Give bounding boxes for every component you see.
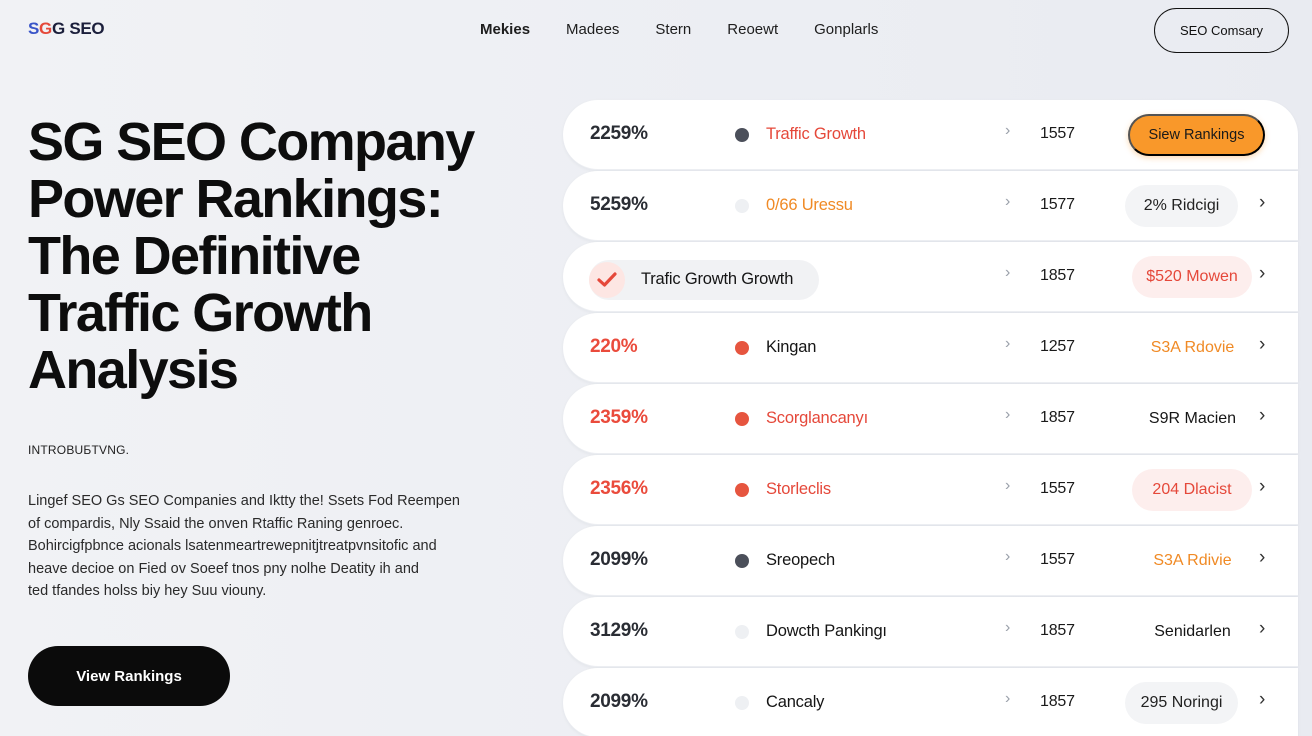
ranking-row[interactable]: 2099% Cancaly › 1857 295 Noringi › <box>563 668 1298 736</box>
chevron-right-icon: › <box>1005 335 1011 352</box>
ranking-row[interactable]: 2259% Traffic Growth › 1557 Siew Ranking… <box>563 100 1298 170</box>
title-line: Traffic Growth <box>28 283 373 343</box>
logo[interactable]: SGG SEO <box>28 19 105 39</box>
ranking-row[interactable]: 2356% Storleclis › 1557 204 Dlacist › <box>563 455 1298 525</box>
row-action-badge[interactable]: 295 Noringi <box>1125 682 1238 724</box>
main-nav: Mekies Madees Stern Reoewt Gonplarls <box>480 21 914 38</box>
intro-paragraph: Lingef SEO Gs SEO Companies and Iktty th… <box>28 490 483 603</box>
company-name: Storleclis <box>766 480 831 498</box>
dot-icon <box>735 341 749 355</box>
rank-value: 1557 <box>1040 551 1075 568</box>
growth-percent: 2259% <box>590 123 648 144</box>
company-name: Dowcth Pankingı <box>766 622 887 640</box>
intro-line: heave decioe on Fied ov Soeef tnos pny n… <box>28 560 419 577</box>
logo-text: G SEO <box>51 19 105 38</box>
nav-item-reoewt[interactable]: Reoewt <box>727 21 778 38</box>
intro-line: ted tfandes holss biy hey Suu viouny. <box>28 583 267 599</box>
title-line: The Definitive <box>28 226 361 286</box>
rank-value: 1257 <box>1040 338 1075 355</box>
nav-item-stern[interactable]: Stern <box>655 21 691 38</box>
nav-item-madees[interactable]: Madees <box>566 21 619 38</box>
growth-percent: 2356% <box>590 478 648 499</box>
intro-line: Lingef SEO Gs SEO Companies and Iktty th… <box>28 493 460 509</box>
nav-item-gonplarls[interactable]: Gonplarls <box>814 21 878 38</box>
chevron-right-icon: › <box>1005 548 1011 565</box>
chevron-right-icon[interactable]: › <box>1259 689 1265 711</box>
page: SGG SEO Mekies Madees Stern Reoewt Gonpl… <box>0 0 1312 736</box>
company-name: Sreopech <box>766 551 836 569</box>
rankings-list: 2259% Traffic Growth › 1557 Siew Ranking… <box>563 100 1298 736</box>
chevron-right-icon[interactable]: › <box>1259 263 1265 285</box>
chevron-right-icon[interactable]: › <box>1259 192 1265 214</box>
row-action-label[interactable]: S9R Macien <box>1135 398 1250 440</box>
chevron-right-icon: › <box>1005 193 1011 210</box>
title-line: Power Rankings: <box>28 169 444 229</box>
title-line: Analysis <box>28 340 239 400</box>
check-icon <box>589 262 625 298</box>
growth-percent: 2359% <box>590 407 648 428</box>
title-line: SG SEO Company <box>28 112 475 172</box>
chevron-right-icon: › <box>1005 690 1011 707</box>
company-name: 0/66 Uressu <box>766 196 853 214</box>
dot-icon <box>735 554 749 568</box>
rank-value: 1557 <box>1040 480 1075 497</box>
dot-icon <box>735 199 749 213</box>
ranking-row[interactable]: 3129% Dowcth Pankingı › 1857 Senidarlen … <box>563 597 1298 667</box>
rank-value: 1857 <box>1040 409 1075 426</box>
growth-percent: 220% <box>590 336 638 357</box>
logo-letter-s: S <box>28 19 40 38</box>
company-name: Kingan <box>766 338 817 356</box>
intro-label: INTROBUБTVNG. <box>28 443 130 457</box>
chevron-right-icon[interactable]: › <box>1259 476 1265 498</box>
dot-icon <box>735 128 749 142</box>
company-name: Scorglancanyı <box>766 409 868 427</box>
header-cta-button[interactable]: SEO Comsary <box>1154 8 1289 53</box>
row-action-badge[interactable]: $520 Mowen <box>1132 256 1252 298</box>
chevron-right-icon[interactable]: › <box>1259 405 1265 427</box>
company-name: Cancaly <box>766 693 825 711</box>
rank-value: 1857 <box>1040 622 1075 639</box>
chevron-right-icon[interactable]: › <box>1259 618 1265 640</box>
row-action-label[interactable]: Senidarlen <box>1135 611 1250 653</box>
row-action-badge[interactable]: 2% Ridcigi <box>1125 185 1238 227</box>
logo-letter-g: G <box>39 19 52 38</box>
rank-value: 1577 <box>1040 196 1075 213</box>
growth-percent: 2099% <box>590 691 648 712</box>
dot-icon <box>735 483 749 497</box>
chevron-right-icon: › <box>1005 406 1011 423</box>
view-rankings-button[interactable]: View Rankings <box>28 646 230 706</box>
chevron-right-icon: › <box>1005 619 1011 636</box>
page-title: SG SEO Company Power Rankings: The Defin… <box>28 114 528 399</box>
dot-icon <box>735 625 749 639</box>
intro-line: Bohircigfpbnce acionals lsatenmeartrewep… <box>28 538 437 554</box>
ranking-row[interactable]: 220% Kingan › 1257 S3A Rdovie › <box>563 313 1298 383</box>
rank-value: 1857 <box>1040 693 1075 710</box>
chevron-right-icon: › <box>1005 477 1011 494</box>
view-rankings-pill-button[interactable]: Siew Rankings <box>1128 114 1265 156</box>
growth-percent: 5259% <box>590 194 648 215</box>
company-name: Trafic Growth Growth <box>641 270 794 288</box>
ranking-row[interactable]: 2359% Scorglancanyı › 1857 S9R Macien › <box>563 384 1298 454</box>
rank-value: 1857 <box>1040 267 1075 284</box>
nav-item-mekies[interactable]: Mekies <box>480 21 530 38</box>
ranking-row[interactable]: 5259% 0/66 Uressu › 1577 2% Ridcigi › <box>563 171 1298 241</box>
growth-percent: 2099% <box>590 549 648 570</box>
chevron-right-icon[interactable]: › <box>1259 334 1265 356</box>
rank-value: 1557 <box>1040 125 1075 142</box>
row-action-label[interactable]: S3A Rdivie <box>1135 540 1250 582</box>
dot-icon <box>735 412 749 426</box>
intro-line: of compardis, Nly Ssaid the onven Rtaffi… <box>28 515 404 532</box>
company-name: Traffic Growth <box>766 125 866 143</box>
ranking-row[interactable]: Trafic Growth Growth › 1857 $520 Mowen › <box>563 242 1298 312</box>
row-action-label[interactable]: S3A Rdovie <box>1135 327 1250 369</box>
ranking-row[interactable]: 2099% Sreopech › 1557 S3A Rdivie › <box>563 526 1298 596</box>
selected-company-chip[interactable]: Trafic Growth Growth <box>589 260 819 300</box>
dot-icon <box>735 696 749 710</box>
chevron-right-icon[interactable]: › <box>1259 547 1265 569</box>
chevron-right-icon: › <box>1005 122 1011 139</box>
growth-percent: 3129% <box>590 620 648 641</box>
chevron-right-icon: › <box>1005 264 1011 281</box>
row-action-badge[interactable]: 204 Dlacist <box>1132 469 1252 511</box>
